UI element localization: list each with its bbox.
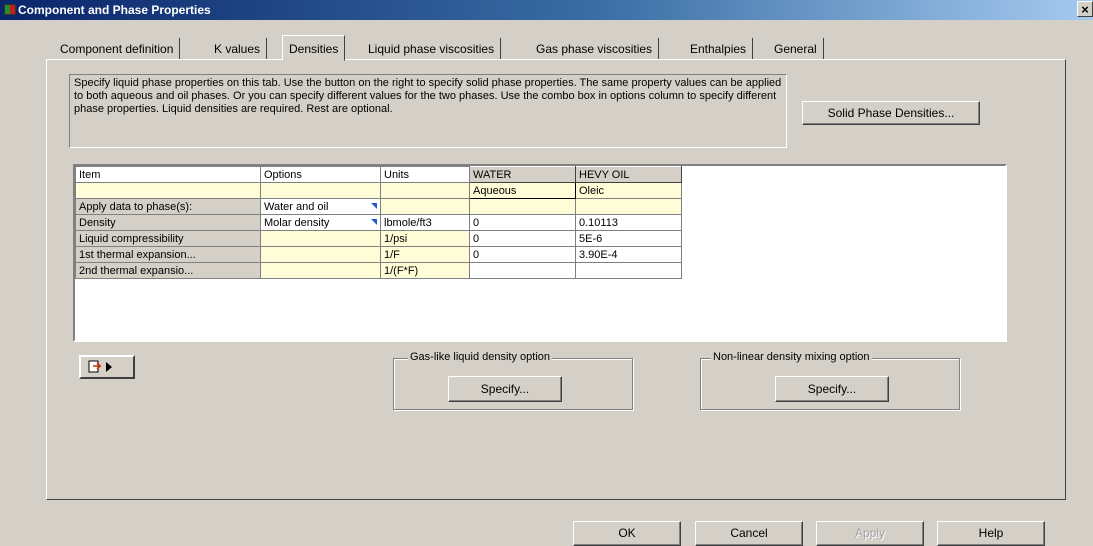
oil-value-cell[interactable] xyxy=(575,198,682,215)
water-value-cell[interactable]: 0 xyxy=(469,230,576,247)
oil-value-cell[interactable] xyxy=(575,262,682,279)
option-cell xyxy=(260,230,381,247)
nonlinear-mixing-legend: Non-linear density mixing option xyxy=(711,351,872,363)
grid-phase-row: Aqueous Oleic xyxy=(75,182,682,199)
document-arrow-icon xyxy=(88,360,102,373)
phase-row-units xyxy=(380,182,470,199)
cancel-button[interactable]: Cancel xyxy=(695,521,803,546)
water-value-cell[interactable] xyxy=(469,198,576,215)
option-cell xyxy=(260,262,381,279)
tab-general[interactable]: General xyxy=(768,38,824,60)
apply-phase-combo[interactable]: Water and oil xyxy=(260,198,381,215)
dropdown-marker-icon[interactable] xyxy=(371,218,377,225)
tab-component-definition[interactable]: Component definition xyxy=(54,38,181,60)
table-row: 2nd thermal expansio... 1/(F*F) xyxy=(75,262,682,279)
tab-densities[interactable]: Densities xyxy=(282,35,346,61)
header-options: Options xyxy=(260,166,381,183)
phase-row-options xyxy=(260,182,381,199)
window-title: Component and Phase Properties xyxy=(18,3,211,17)
water-value-cell[interactable]: 0 xyxy=(469,214,576,231)
tab-enthalpies[interactable]: Enthalpies xyxy=(684,38,754,60)
apply-button[interactable]: Apply xyxy=(816,521,924,546)
table-row: 1st thermal expansion... 1/F 0 3.90E-4 xyxy=(75,246,682,263)
table-row: Apply data to phase(s): Water and oil xyxy=(75,198,682,215)
row-item-label: Density xyxy=(75,214,261,231)
phase-oil-cell[interactable]: Oleic xyxy=(575,182,682,199)
dropdown-marker-icon[interactable] xyxy=(371,202,377,209)
help-button[interactable]: Help xyxy=(937,521,1045,546)
tab-liquid-phase-viscosities[interactable]: Liquid phase viscosities xyxy=(362,38,502,60)
row-item-label: 2nd thermal expansio... xyxy=(75,262,261,279)
option-cell xyxy=(260,246,381,263)
close-button[interactable]: × xyxy=(1077,1,1093,17)
unit-cell: 1/F xyxy=(380,246,470,263)
header-units: Units xyxy=(380,166,470,183)
header-item: Item xyxy=(75,166,261,183)
unit-cell: lbmole/ft3 xyxy=(380,214,470,231)
ok-button[interactable]: OK xyxy=(573,521,681,546)
row-item-label: Liquid compressibility xyxy=(75,230,261,247)
combo-value: Water and oil xyxy=(264,200,329,213)
gas-like-specify-button[interactable]: Specify... xyxy=(448,376,562,402)
play-arrow-icon xyxy=(106,362,112,372)
phase-water-cell[interactable]: Aqueous xyxy=(469,182,576,199)
oil-value-cell[interactable]: 0.10113 xyxy=(575,214,682,231)
tab-k-values[interactable]: K values xyxy=(208,38,268,60)
header-hevy-oil[interactable]: HEVY OIL xyxy=(575,166,682,183)
header-water[interactable]: WATER xyxy=(469,166,576,183)
properties-table: Item Options Units WATER HEVY OIL Aqueou… xyxy=(75,166,682,279)
properties-grid[interactable]: Item Options Units WATER HEVY OIL Aqueou… xyxy=(73,164,1007,342)
tab-gas-phase-viscosities[interactable]: Gas phase viscosities xyxy=(530,38,660,60)
description-text: Specify liquid phase properties on this … xyxy=(69,74,787,148)
density-option-combo[interactable]: Molar density xyxy=(260,214,381,231)
unit-cell: 1/psi xyxy=(380,230,470,247)
app-icon xyxy=(4,4,16,15)
water-value-cell[interactable] xyxy=(469,262,576,279)
unit-cell xyxy=(380,198,470,215)
oil-value-cell[interactable]: 3.90E-4 xyxy=(575,246,682,263)
combo-value: Molar density xyxy=(264,216,330,229)
water-value-cell[interactable]: 0 xyxy=(469,246,576,263)
row-item-label: Apply data to phase(s): xyxy=(75,198,261,215)
export-button[interactable] xyxy=(79,355,135,379)
title-bar[interactable]: Component and Phase Properties × xyxy=(0,0,1093,20)
nonlinear-specify-button[interactable]: Specify... xyxy=(775,376,889,402)
solid-phase-densities-button[interactable]: Solid Phase Densities... xyxy=(802,101,980,125)
oil-value-cell[interactable]: 5E-6 xyxy=(575,230,682,247)
row-item-label: 1st thermal expansion... xyxy=(75,246,261,263)
table-row: Density Molar density lbmole/ft3 0 0.101… xyxy=(75,214,682,231)
grid-header-row: Item Options Units WATER HEVY OIL xyxy=(75,166,682,183)
phase-row-item xyxy=(75,182,261,199)
unit-cell: 1/(F*F) xyxy=(380,262,470,279)
gas-like-density-legend: Gas-like liquid density option xyxy=(408,351,553,363)
table-row: Liquid compressibility 1/psi 0 5E-6 xyxy=(75,230,682,247)
